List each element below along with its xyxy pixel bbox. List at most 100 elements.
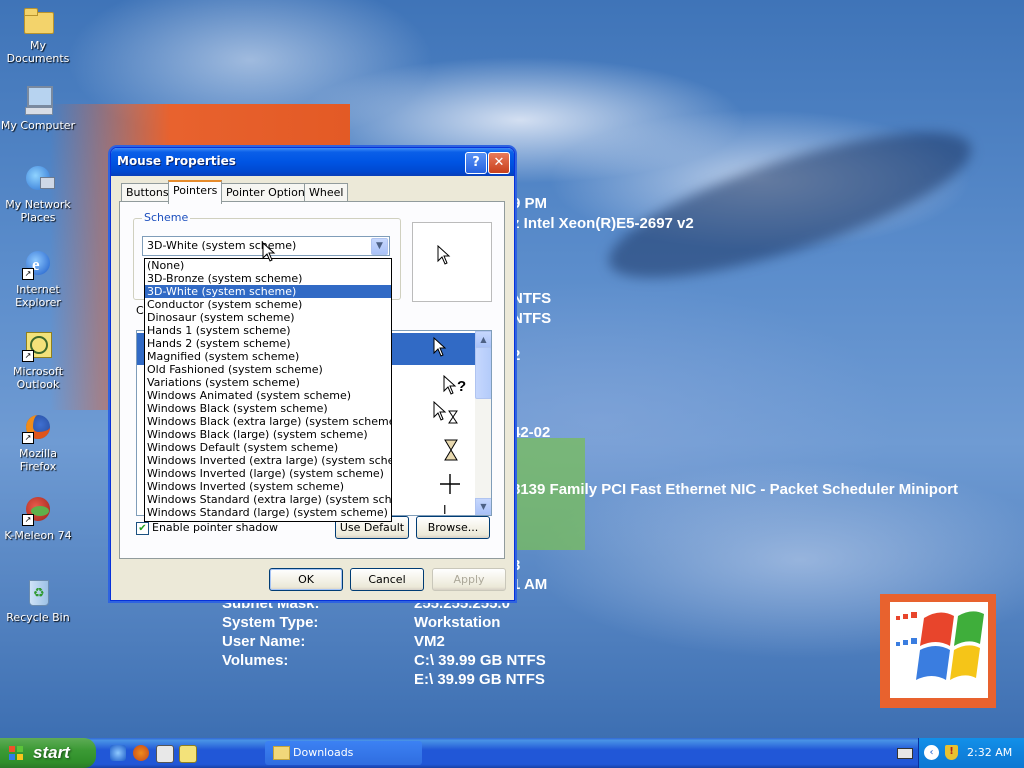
scheme-option[interactable]: 3D-Bronze (system scheme) xyxy=(145,272,391,285)
taskbar-button-downloads[interactable]: Downloads xyxy=(265,741,422,765)
info-line: 1 AM xyxy=(512,576,548,593)
folder-icon xyxy=(22,4,54,36)
desktop-icon-label: My Computer xyxy=(0,119,76,132)
start-label: start xyxy=(33,743,70,762)
enable-pointer-shadow-label[interactable]: Enable pointer shadow xyxy=(152,521,278,534)
internet-explorer-icon: e ↗ xyxy=(22,248,54,280)
tab-pointers[interactable]: Pointers xyxy=(168,180,223,204)
scrollbar-thumb[interactable] xyxy=(475,347,491,399)
info-value: Workstation xyxy=(414,614,501,631)
precision-select-cursor-icon xyxy=(440,474,460,494)
quicklaunch-firefox-icon[interactable] xyxy=(133,745,149,761)
wallpaper-diver-silhouette xyxy=(595,103,985,307)
taskbar-button-label: Downloads xyxy=(293,746,354,759)
info-value: VM2 xyxy=(414,633,445,650)
desktop-icon-my-documents[interactable]: My Documents xyxy=(0,4,76,65)
scheme-dropdown-list[interactable]: (None) 3D-Bronze (system scheme) 3D-Whit… xyxy=(144,258,392,522)
desktop-icon-my-computer[interactable]: My Computer xyxy=(0,84,76,132)
desktop-icon-internet-explorer[interactable]: e ↗ Internet Explorer xyxy=(0,248,76,309)
folder-icon xyxy=(273,746,290,760)
windows-flag-icon xyxy=(896,611,984,680)
scheme-option[interactable]: Hands 1 (system scheme) xyxy=(145,324,391,337)
recycle-bin-icon: ♻ xyxy=(22,576,54,608)
system-tray: ‹ ! 2:32 AM xyxy=(918,738,1024,768)
mouse-cursor-icon xyxy=(262,242,276,262)
apply-button[interactable]: Apply xyxy=(432,568,506,591)
scheme-option[interactable]: Dinosaur (system scheme) xyxy=(145,311,391,324)
working-in-background-cursor-icon xyxy=(433,401,458,424)
scheme-option[interactable]: Hands 2 (system scheme) xyxy=(145,337,391,350)
desktop-icon-k-meleon[interactable]: ↗ K-Meleon 74 xyxy=(0,494,76,542)
desktop-icon-label: My Documents xyxy=(6,39,70,65)
info-value: E:\ 39.99 GB NTFS xyxy=(414,671,545,688)
pointer-preview xyxy=(412,222,492,302)
scheme-option[interactable]: Windows Black (system scheme) xyxy=(145,402,391,415)
customize-label: C xyxy=(136,304,144,317)
help-button[interactable]: ? xyxy=(465,152,487,174)
scheme-option[interactable]: Conductor (system scheme) xyxy=(145,298,391,311)
title-bar[interactable]: Mouse Properties ? ✕ xyxy=(111,148,514,176)
ok-button[interactable]: OK xyxy=(269,568,343,591)
quicklaunch-outlook-icon[interactable] xyxy=(179,745,197,763)
scheme-option[interactable]: Windows Default (system scheme) xyxy=(145,441,391,454)
desktop-icon-label: My Network Places xyxy=(5,198,71,224)
security-shield-icon[interactable]: ! xyxy=(945,745,958,760)
desktop-icon-label: Mozilla Firefox xyxy=(19,447,57,473)
cursor-list-scrollbar[interactable]: ▲ ▼ xyxy=(475,331,491,515)
info-label: Volumes: xyxy=(222,652,289,669)
scroll-down-icon[interactable]: ▼ xyxy=(475,498,491,515)
scheme-option-selected[interactable]: 3D-White (system scheme) xyxy=(145,285,391,298)
computer-icon xyxy=(22,84,54,116)
help-select-cursor-icon: ? xyxy=(443,375,466,395)
scheme-option[interactable]: Windows Animated (system scheme) xyxy=(145,389,391,402)
info-label: User Name: xyxy=(222,633,306,650)
info-line: NTFS xyxy=(512,310,552,327)
scroll-up-icon[interactable]: ▲ xyxy=(475,331,491,348)
close-button[interactable]: ✕ xyxy=(488,152,510,174)
keyboard-icon[interactable] xyxy=(897,748,913,759)
desktop-icon-label: Microsoft Outlook xyxy=(12,365,64,391)
desktop-icon-mozilla-firefox[interactable]: ↗ Mozilla Firefox xyxy=(0,412,76,473)
desktop-icon-recycle-bin[interactable]: ♻ Recycle Bin xyxy=(0,576,76,624)
tab-pointer-options[interactable]: Pointer Options xyxy=(221,183,316,202)
desktop-icon-my-network-places[interactable]: My Network Places xyxy=(0,163,76,224)
scheme-option[interactable]: Windows Inverted (system scheme) xyxy=(145,480,391,493)
browse-button[interactable]: Browse... xyxy=(416,516,490,539)
enable-pointer-shadow-checkbox[interactable]: ✔ xyxy=(136,522,149,535)
info-line: 8139 Family PCI Fast Ethernet NIC - Pack… xyxy=(512,481,958,498)
taskbar: start Downloads ‹ ! 2:32 AM xyxy=(0,738,1024,768)
shortcut-arrow-icon: ↗ xyxy=(22,432,34,444)
scheme-option[interactable]: Windows Black (extra large) (system sche… xyxy=(145,415,391,428)
quicklaunch-internet-explorer-icon[interactable] xyxy=(110,745,126,761)
scheme-option[interactable]: Windows Inverted (extra large) (system s… xyxy=(145,454,391,467)
normal-select-cursor-icon xyxy=(433,337,447,357)
chevron-down-icon[interactable]: ▼ xyxy=(371,238,388,255)
shortcut-arrow-icon: ↗ xyxy=(22,514,34,526)
shortcut-arrow-icon: ↗ xyxy=(22,350,34,362)
tab-buttons[interactable]: Buttons xyxy=(121,183,174,202)
desktop-icon-label: Recycle Bin xyxy=(6,611,70,624)
scheme-option[interactable]: Variations (system scheme) xyxy=(145,376,391,389)
firefox-icon: ↗ xyxy=(22,412,54,444)
scheme-option[interactable]: Magnified (system scheme) xyxy=(145,350,391,363)
dialog-title: Mouse Properties xyxy=(117,154,236,168)
info-line: 42-02 xyxy=(512,424,551,441)
scheme-option[interactable]: Windows Standard (extra large) (system s… xyxy=(145,493,391,506)
desktop-icon-microsoft-outlook[interactable]: ↗ Microsoft Outlook xyxy=(0,330,76,391)
cancel-button[interactable]: Cancel xyxy=(350,568,424,591)
tab-wheel[interactable]: Wheel xyxy=(304,183,349,202)
desktop-icon-label: K-Meleon 74 xyxy=(4,529,72,542)
clock[interactable]: 2:32 AM xyxy=(967,746,1012,759)
text-select-cursor-icon: I xyxy=(443,503,447,516)
scheme-option[interactable]: Windows Inverted (large) (system scheme) xyxy=(145,467,391,480)
scheme-option[interactable]: Windows Black (large) (system scheme) xyxy=(145,428,391,441)
chevron-left-icon[interactable]: ‹ xyxy=(924,745,939,760)
scheme-option[interactable]: Windows Standard (large) (system scheme) xyxy=(145,506,391,519)
windows-flag-icon xyxy=(9,746,23,760)
scheme-option[interactable]: Old Fashioned (system scheme) xyxy=(145,363,391,376)
start-button[interactable]: start xyxy=(0,738,96,768)
info-line: 9 PM xyxy=(512,195,548,212)
quicklaunch-show-desktop-icon[interactable] xyxy=(156,745,174,763)
scheme-label: Scheme xyxy=(142,211,191,224)
k-meleon-icon: ↗ xyxy=(22,494,54,526)
